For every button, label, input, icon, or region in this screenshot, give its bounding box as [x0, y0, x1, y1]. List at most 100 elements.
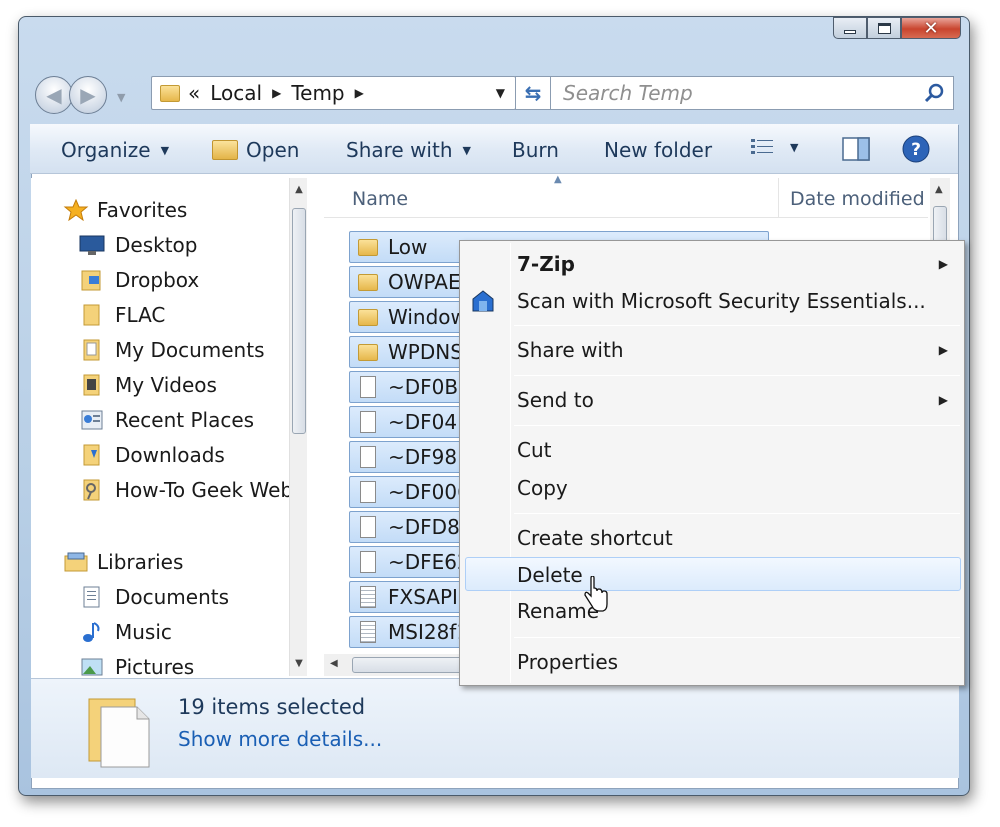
help-icon[interactable]: ? — [902, 135, 930, 163]
file-name: Low — [388, 235, 428, 259]
scroll-thumb[interactable] — [292, 208, 306, 434]
search-input[interactable]: Search Temp — [550, 76, 954, 110]
menu-item-create-shortcut[interactable]: Create shortcut — [517, 526, 673, 550]
address-dropdown-icon[interactable]: ▼ — [496, 86, 505, 100]
menu-separator — [514, 425, 960, 426]
libraries-icon — [64, 552, 88, 572]
back-button[interactable]: ◀ — [35, 76, 73, 114]
recent-pages-dropdown-icon[interactable]: ▼ — [117, 91, 125, 104]
nav-item-documents[interactable]: Documents — [79, 585, 229, 609]
context-menu: 7-Zip ▶ Scan with Microsoft Security Ess… — [459, 240, 965, 686]
favorites-header[interactable]: Favorites — [63, 198, 187, 222]
open-button[interactable]: Open — [212, 138, 299, 162]
address-bar[interactable]: « Local ▶ Temp ▶ ▼ — [151, 76, 516, 110]
scroll-up-icon[interactable]: ▲ — [290, 184, 308, 195]
maximize-button[interactable] — [867, 17, 901, 39]
open-folder-icon — [212, 140, 238, 160]
navigation-scrollbar[interactable]: ▲ ▼ — [289, 178, 307, 676]
menu-item-copy[interactable]: Copy — [517, 476, 568, 500]
nav-item-howtogeek[interactable]: How-To Geek Webs — [79, 478, 290, 502]
scroll-down-icon[interactable]: ▼ — [290, 658, 308, 669]
nav-item-label: FLAC — [115, 303, 166, 327]
videos-folder-icon — [83, 374, 100, 396]
libraries-header[interactable]: Libraries — [63, 550, 183, 574]
menu-item-cut[interactable]: Cut — [517, 438, 551, 462]
column-name[interactable]: Name — [352, 188, 408, 210]
chevron-down-icon: ▼ — [790, 140, 799, 154]
breadcrumb-separator-icon[interactable]: ▶ — [355, 86, 364, 100]
chevron-down-icon: ▼ — [160, 143, 170, 157]
share-with-button[interactable]: Share with ▼ — [346, 138, 471, 162]
close-button[interactable]: ✕ — [901, 17, 961, 39]
nav-item-dropbox[interactable]: Dropbox — [79, 268, 199, 292]
selection-count: 19 items selected — [178, 695, 366, 719]
file-icon — [360, 551, 376, 573]
menu-item-share-with[interactable]: Share with — [517, 338, 624, 362]
nav-item-recent-places[interactable]: Recent Places — [79, 408, 254, 432]
burn-button[interactable]: Burn — [512, 138, 559, 162]
music-note-icon — [83, 622, 100, 642]
menu-item-send-to[interactable]: Send to — [517, 388, 594, 412]
scroll-up-icon[interactable]: ▲ — [935, 184, 943, 195]
scroll-thumb[interactable] — [352, 657, 462, 673]
breadcrumb-local[interactable]: Local — [210, 81, 262, 105]
file-list-scrollbar[interactable]: ▲ — [930, 178, 950, 248]
nav-item-label: Pictures — [115, 655, 195, 679]
nav-item-label: Downloads — [115, 443, 225, 467]
nav-item-my-documents[interactable]: My Documents — [79, 338, 264, 362]
nav-item-flac[interactable]: FLAC — [79, 303, 165, 327]
refresh-button[interactable]: ⇆ — [515, 76, 551, 110]
breadcrumb-separator-icon[interactable]: ▶ — [272, 86, 281, 100]
submenu-arrow-icon: ▶ — [938, 257, 948, 271]
nav-item-label: Documents — [115, 585, 230, 609]
documents-folder-icon — [83, 339, 100, 361]
desktop-icon — [79, 235, 105, 255]
search-icon[interactable] — [923, 82, 945, 104]
downloads-folder-icon — [83, 444, 100, 466]
breadcrumb-temp[interactable]: Temp — [291, 81, 344, 105]
pictures-icon — [81, 658, 103, 676]
nav-item-desktop[interactable]: Desktop — [79, 233, 197, 257]
change-view-button[interactable]: ▼ — [750, 137, 798, 157]
navigation-pane: Favorites Desktop Dropbox FLAC My Docume… — [31, 178, 290, 694]
nav-item-music[interactable]: Music — [79, 620, 172, 644]
scroll-left-icon[interactable]: ◀ — [330, 658, 338, 669]
menu-item-delete[interactable]: Delete — [517, 563, 583, 587]
column-date-modified[interactable]: Date modified — [790, 188, 925, 210]
search-placeholder: Search Temp — [563, 81, 693, 105]
nav-item-downloads[interactable]: Downloads — [79, 443, 225, 467]
column-divider[interactable] — [778, 178, 779, 218]
recent-places-icon — [81, 410, 103, 430]
new-folder-button[interactable]: New folder — [604, 138, 712, 162]
submenu-arrow-icon: ▶ — [938, 393, 948, 407]
address-overflow[interactable]: « — [188, 81, 200, 105]
nav-item-label: How-To Geek Webs — [115, 478, 290, 502]
organize-button[interactable]: Organize ▼ — [61, 138, 169, 162]
folder-icon — [83, 304, 100, 326]
nav-item-pictures[interactable]: Pictures — [79, 655, 194, 679]
forward-arrow-icon: ▶ — [80, 83, 96, 107]
menu-item-7zip[interactable]: 7-Zip — [517, 252, 575, 276]
nav-item-label: My Documents — [115, 338, 265, 362]
column-header: Name ▲ Date modified — [324, 174, 928, 218]
minimize-button[interactable] — [833, 17, 867, 39]
preview-pane-icon[interactable] — [842, 137, 870, 161]
details-view-icon — [751, 139, 773, 154]
nav-item-my-videos[interactable]: My Videos — [79, 373, 217, 397]
nav-item-label: Recent Places — [115, 408, 255, 432]
show-more-details-link[interactable]: Show more details... — [178, 727, 382, 751]
history-buttons: ◀ ▶ ▼ — [35, 73, 137, 117]
folder-icon — [358, 343, 378, 361]
menu-separator — [514, 325, 960, 326]
nav-item-label: My Videos — [115, 373, 217, 397]
folder-icon — [358, 238, 378, 256]
file-name: ~DF98E — [388, 445, 470, 469]
menu-item-properties[interactable]: Properties — [517, 650, 618, 674]
file-name: WPDNS — [388, 340, 463, 364]
menu-item-scan[interactable]: Scan with Microsoft Security Essentials.… — [517, 289, 926, 313]
file-name: OWPAE — [388, 270, 461, 294]
forward-button[interactable]: ▶ — [69, 76, 107, 114]
horizontal-scrollbar[interactable]: ◀ — [324, 654, 464, 676]
folder-icon — [358, 308, 378, 326]
star-icon — [63, 199, 89, 221]
